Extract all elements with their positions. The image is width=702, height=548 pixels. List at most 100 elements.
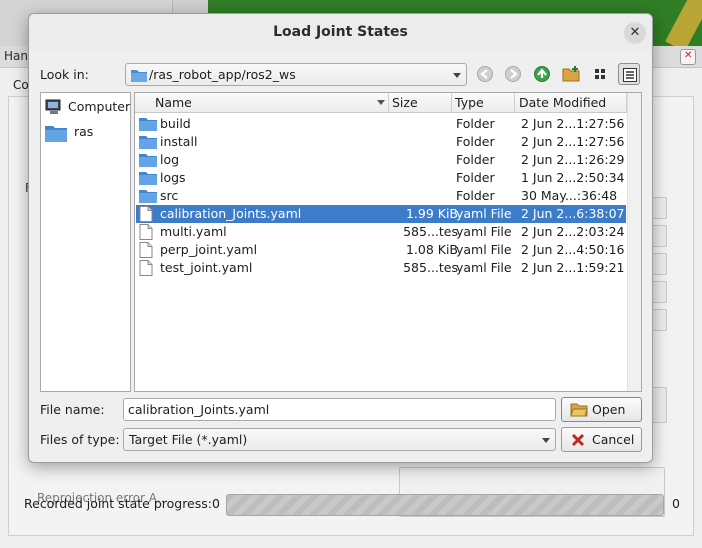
file-type-cell: Folder	[456, 170, 495, 185]
place-computer[interactable]: Computer	[44, 96, 131, 118]
cancel-icon	[571, 433, 585, 447]
open-folder-icon	[570, 403, 588, 417]
file-date-cell: 2 Jun 2...1:27:56	[521, 116, 625, 131]
file-icon	[139, 260, 153, 276]
new-folder-button[interactable]	[560, 63, 582, 85]
dialog-titlebar: Load Joint States ✕	[29, 14, 652, 51]
column-header-date[interactable]: Date Modified	[515, 93, 627, 113]
file-date-cell: 1 Jun 2...2:50:34	[521, 170, 625, 185]
places-sidebar: Computer ras	[40, 92, 131, 392]
back-button[interactable]	[474, 63, 496, 85]
file-name-label: File name:	[40, 402, 105, 417]
file-row[interactable]: multi.yaml 585...tes yaml File 2 Jun 2...2:…	[136, 223, 626, 241]
new-folder-icon	[562, 66, 580, 82]
file-date-cell: 2 Jun 2...2:03:24	[521, 224, 625, 239]
file-name-cell: src	[160, 188, 179, 203]
file-type-value: Target File (*.yaml)	[129, 432, 248, 447]
file-date-cell: 2 Jun 2...1:59:21	[521, 260, 625, 275]
look-in-path: /ras_robot_app/ros2_ws	[149, 67, 296, 82]
file-size-cell: 585...tes	[403, 260, 458, 275]
cancel-button[interactable]: Cancel	[561, 427, 642, 452]
file-list-scrollbar[interactable]	[627, 93, 641, 391]
cancel-button-label: Cancel	[592, 432, 635, 447]
chevron-down-icon	[453, 73, 461, 78]
look-in-combo[interactable]: /ras_robot_app/ros2_ws	[125, 63, 467, 86]
file-size-cell: 1.99 KiB	[405, 206, 458, 221]
look-in-label: Look in:	[40, 67, 89, 82]
detail-view-button[interactable]	[618, 63, 640, 85]
progress-total-value: 0	[672, 496, 680, 511]
file-list-header: Name Size Type Date Modified	[135, 93, 641, 113]
file-icon	[139, 242, 153, 258]
file-row[interactable]: build Folder 2 Jun 2...1:27:56	[136, 115, 626, 133]
list-view-button[interactable]	[589, 63, 611, 85]
folder-icon	[139, 154, 157, 167]
up-arrow-icon	[534, 66, 550, 82]
folder-icon	[131, 70, 147, 82]
file-row[interactable]: logs Folder 1 Jun 2...2:50:34	[136, 169, 626, 187]
file-icon	[139, 224, 153, 240]
folder-icon	[139, 136, 157, 149]
file-name-cell: build	[160, 116, 191, 131]
file-type-cell: yaml File	[456, 260, 512, 275]
place-label: Computer	[68, 99, 131, 114]
background-tab-label[interactable]: Co	[13, 78, 29, 92]
file-date-cell: 2 Jun 2...1:26:29	[521, 152, 625, 167]
progress-current-value: 0	[212, 496, 220, 511]
file-row[interactable]: log Folder 2 Jun 2...1:26:29	[136, 151, 626, 169]
back-arrow-icon	[477, 66, 493, 82]
file-name-input[interactable]: calibration_Joints.yaml	[123, 398, 556, 421]
file-row[interactable]: perp_joint.yaml 1.08 KiB yaml File 2 Jun 2.…	[136, 241, 626, 259]
file-type-cell: yaml File	[456, 242, 512, 257]
background-window-title: Han	[4, 49, 28, 63]
file-name-cell: calibration_Joints.yaml	[160, 206, 302, 221]
file-type-cell: Folder	[456, 116, 495, 131]
robot-arm-shape	[665, 0, 702, 52]
file-list: Name Size Type Date Modified build Folder…	[134, 92, 642, 392]
parent-directory-button[interactable]	[531, 63, 553, 85]
computer-icon	[45, 99, 61, 114]
joint-state-progress-bar	[226, 494, 664, 516]
folder-icon	[139, 190, 157, 203]
file-name-cell: perp_joint.yaml	[160, 242, 258, 257]
progress-label: Recorded joint state progress:	[24, 496, 212, 511]
forward-button[interactable]	[502, 63, 524, 85]
folder-icon	[139, 118, 157, 131]
file-type-label: Files of type:	[40, 432, 120, 447]
file-name-cell: logs	[160, 170, 186, 185]
file-type-cell: Folder	[456, 134, 495, 149]
place-ras[interactable]: ras	[44, 121, 128, 145]
file-name-cell: install	[160, 134, 198, 149]
chevron-down-icon	[542, 438, 550, 443]
column-header-size[interactable]: Size	[389, 93, 452, 113]
place-label: ras	[74, 124, 94, 139]
file-row[interactable]: install Folder 2 Jun 2...1:27:56	[136, 133, 626, 151]
file-type-combo[interactable]: Target File (*.yaml)	[123, 428, 556, 451]
background-close-icon[interactable]	[680, 49, 696, 65]
file-name-cell: test_joint.yaml	[160, 260, 253, 275]
open-button[interactable]: Open	[561, 397, 642, 422]
file-name-cell: multi.yaml	[160, 224, 227, 239]
close-icon[interactable]: ✕	[624, 22, 646, 44]
file-date-cell: 30 May...:36:48	[521, 188, 618, 203]
open-button-label: Open	[592, 402, 626, 417]
forward-arrow-icon	[505, 66, 521, 82]
file-type-cell: Folder	[456, 188, 495, 203]
file-row[interactable]: src Folder 30 May...:36:48	[136, 187, 626, 205]
file-size-cell: 585...tes	[403, 224, 458, 239]
file-icon	[139, 206, 153, 222]
column-header-name[interactable]: Name	[135, 93, 389, 113]
file-row[interactable]: calibration_Joints.yaml 1.99 KiB yaml File…	[136, 205, 626, 223]
detail-view-icon	[623, 68, 637, 82]
file-row[interactable]: test_joint.yaml 585...tes yaml File 2 Jun 2…	[136, 259, 626, 277]
file-date-cell: 2 Jun 2...1:27:56	[521, 134, 625, 149]
icon-view-icon	[595, 69, 605, 79]
dialog-title: Load Joint States	[273, 24, 408, 40]
file-date-cell: 2 Jun 2...4:50:16	[521, 242, 625, 257]
file-name-cell: log	[160, 152, 180, 167]
file-type-cell: yaml File	[456, 224, 512, 239]
sort-descending-icon	[377, 100, 385, 105]
file-size-cell: 1.08 KiB	[405, 242, 458, 257]
column-header-type[interactable]: Type	[452, 93, 515, 113]
file-type-cell: yaml File	[456, 206, 512, 221]
